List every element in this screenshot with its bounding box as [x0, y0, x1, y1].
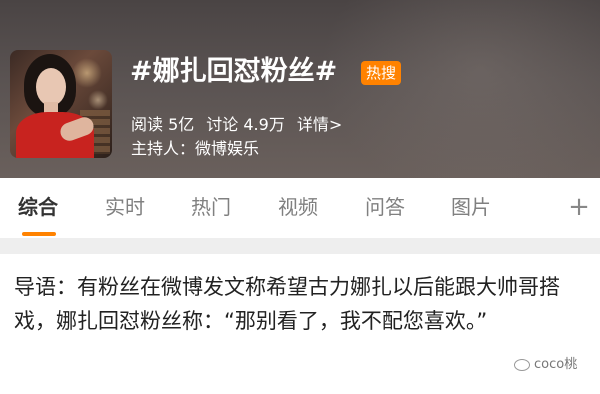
details-link[interactable]: 详情> [297, 115, 342, 134]
header-glow [320, 0, 600, 178]
watermark: coco桃 [514, 354, 577, 376]
tab-comprehensive[interactable]: 综合 [18, 192, 58, 222]
cover-portrait-face [36, 68, 66, 106]
topic-host[interactable]: 主持人：微博娱乐 [131, 138, 259, 160]
active-tab-indicator [22, 232, 56, 236]
cover-bokeh-light [72, 58, 102, 88]
topic-stats: 阅读 5亿 讨论 4.9万 详情> [131, 114, 354, 136]
hot-search-badge: 热搜 [361, 61, 401, 85]
topic-intro: 导语：有粉丝在微博发文称希望古力娜扎以后能跟大帅哥搭戏，娜扎回怼粉丝称：“那别看… [14, 275, 560, 333]
section-divider [0, 238, 600, 254]
topic-cover-image[interactable] [10, 50, 112, 158]
wechat-icon [514, 358, 530, 371]
tab-realtime[interactable]: 实时 [105, 192, 145, 222]
tab-hot[interactable]: 热门 [191, 192, 231, 222]
watermark-label: coco桃 [534, 357, 578, 372]
topic-title: #娜扎回怼粉丝# [130, 56, 338, 87]
tab-video[interactable]: 视频 [278, 192, 318, 222]
read-count: 阅读 5亿 [131, 115, 195, 134]
discussion-count: 讨论 4.9万 [206, 115, 285, 134]
tab-bar: 综合 实时 热门 视频 问答 图片 [0, 178, 600, 238]
topic-header: #娜扎回怼粉丝# 热搜 阅读 5亿 讨论 4.9万 详情> 主持人：微博娱乐 [0, 0, 600, 178]
cover-bokeh-light [88, 90, 108, 110]
plus-icon[interactable]: + [567, 192, 591, 222]
tab-qa[interactable]: 问答 [365, 192, 405, 222]
tab-images[interactable]: 图片 [451, 192, 491, 222]
